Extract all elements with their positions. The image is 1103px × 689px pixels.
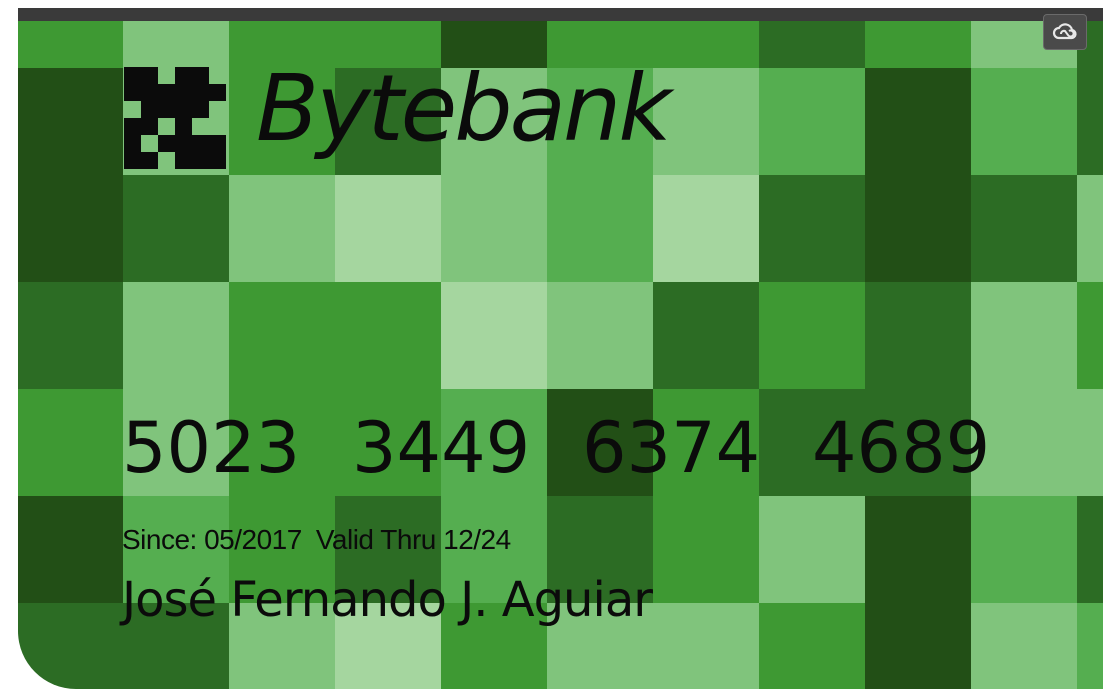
mosaic-tile <box>759 603 865 689</box>
mosaic-tile <box>653 603 759 689</box>
mosaic-tile <box>759 175 865 282</box>
mosaic-tile <box>971 496 1077 603</box>
logo-pixel <box>175 118 192 135</box>
logo-pixel <box>141 152 158 169</box>
mosaic-tile <box>865 282 971 389</box>
logo-pixel <box>209 152 226 169</box>
logo-pixel <box>141 84 158 101</box>
credit-card: Bytebank 5023 3449 6374 4689 Since: 05/2… <box>18 21 1103 689</box>
mosaic-tile <box>335 282 441 389</box>
bank-logo: Bytebank <box>124 55 724 207</box>
mosaic-tile <box>759 282 865 389</box>
card-number-group: 6374 <box>582 407 761 489</box>
mosaic-tile <box>18 175 123 282</box>
card-number: 5023 3449 6374 4689 <box>122 407 1042 489</box>
mosaic-tile <box>18 68 123 175</box>
card-number-group: 4689 <box>812 407 991 489</box>
creative-cloud-button[interactable] <box>1043 14 1087 50</box>
logo-pixel <box>192 135 209 152</box>
mosaic-tile <box>1077 389 1103 496</box>
mosaic-tile <box>865 603 971 689</box>
screen: Bytebank 5023 3449 6374 4689 Since: 05/2… <box>0 0 1103 689</box>
logo-pixel <box>158 101 175 118</box>
logo-pixel <box>192 101 209 118</box>
mosaic-tile <box>123 282 229 389</box>
logo-pixel <box>141 118 158 135</box>
bank-name: Bytebank <box>256 55 672 162</box>
logo-pixel <box>124 118 141 135</box>
logo-pixel <box>175 84 192 101</box>
window-top-bar <box>18 8 1103 21</box>
card-number-group: 3449 <box>352 407 531 489</box>
mosaic-tile <box>865 68 971 175</box>
logo-pixel <box>141 101 158 118</box>
since-date: Since: 05/2017 <box>122 524 302 555</box>
mosaic-tile <box>865 496 971 603</box>
mosaic-tile <box>759 496 865 603</box>
mosaic-tile <box>1077 496 1103 603</box>
mosaic-tile <box>1077 603 1103 689</box>
card-dates: Since: 05/2017 Valid Thru 12/24 <box>122 524 511 556</box>
mosaic-tile <box>971 603 1077 689</box>
logo-pixel <box>175 101 192 118</box>
mosaic-tile <box>18 603 123 689</box>
mosaic-tile <box>18 389 123 496</box>
mosaic-tile <box>1077 68 1103 175</box>
mosaic-tile <box>971 175 1077 282</box>
bytebank-pixel-logo-icon <box>124 67 226 169</box>
logo-pixel <box>192 84 209 101</box>
logo-pixel <box>124 84 141 101</box>
mosaic-tile <box>547 282 653 389</box>
logo-pixel <box>175 135 192 152</box>
mosaic-tile <box>18 496 123 603</box>
logo-pixel <box>175 152 192 169</box>
mosaic-tile <box>653 496 759 603</box>
mosaic-tile <box>123 21 229 68</box>
mosaic-tile <box>653 282 759 389</box>
mosaic-tile <box>865 175 971 282</box>
logo-pixel <box>192 67 209 84</box>
mosaic-tile <box>18 282 123 389</box>
mosaic-tile <box>1077 282 1103 389</box>
logo-pixel <box>124 152 141 169</box>
logo-pixel <box>192 152 209 169</box>
mosaic-tile <box>229 282 335 389</box>
logo-pixel <box>209 135 226 152</box>
logo-pixel <box>158 84 175 101</box>
mosaic-tile <box>865 21 971 68</box>
logo-pixel <box>141 67 158 84</box>
mosaic-tile <box>18 21 123 68</box>
mosaic-tile <box>1077 175 1103 282</box>
logo-pixel <box>175 67 192 84</box>
card-number-group: 5023 <box>122 407 301 489</box>
mosaic-tile <box>441 282 547 389</box>
card-holder-name: José Fernando J. Aguiar <box>122 572 653 628</box>
mosaic-tile <box>971 282 1077 389</box>
creative-cloud-icon <box>1052 23 1077 40</box>
mosaic-tile <box>971 68 1077 175</box>
logo-pixel <box>124 67 141 84</box>
logo-pixel <box>209 84 226 101</box>
valid-thru-date: Valid Thru 12/24 <box>315 524 511 555</box>
mosaic-tile <box>759 21 865 68</box>
mosaic-tile <box>759 68 865 175</box>
logo-pixel <box>124 135 141 152</box>
logo-pixel <box>158 135 175 152</box>
